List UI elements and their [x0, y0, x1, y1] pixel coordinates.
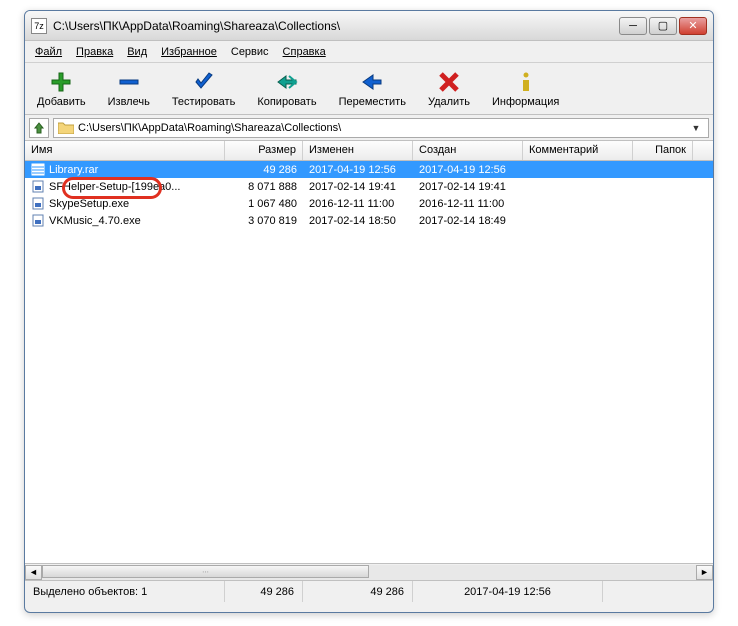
copy-icon	[275, 70, 299, 94]
horizontal-scrollbar[interactable]: ◄ ∙∙∙ ►	[25, 563, 713, 580]
scroll-thumb[interactable]: ∙∙∙	[42, 565, 369, 578]
titlebar[interactable]: 7z C:\Users\ПК\AppData\Roaming\Shareaza\…	[25, 11, 713, 41]
address-dropdown-button[interactable]: ▼	[688, 123, 704, 133]
check-icon	[192, 70, 216, 94]
file-size: 49 286	[225, 164, 303, 176]
file-modified: 2016-12-11 11:00	[303, 198, 413, 210]
menu-tools[interactable]: Сервис	[225, 44, 275, 60]
file-created: 2017-02-14 19:41	[413, 181, 523, 193]
window-title: C:\Users\ПК\AppData\Roaming\Shareaza\Col…	[53, 19, 619, 33]
file-name-cell: SFHelper-Setup-[199ea0...	[25, 180, 225, 193]
header-size[interactable]: Размер	[225, 141, 303, 160]
copy-button[interactable]: Копировать	[253, 68, 320, 110]
column-headers: Имя Размер Изменен Создан Комментарий Па…	[25, 141, 713, 161]
header-created[interactable]: Создан	[413, 141, 523, 160]
app-window: 7z C:\Users\ПК\AppData\Roaming\Shareaza\…	[24, 10, 714, 613]
menu-help[interactable]: Справка	[277, 44, 332, 60]
file-modified: 2017-02-14 18:50	[303, 215, 413, 227]
header-folders[interactable]: Папок	[633, 141, 693, 160]
status-bar: Выделено объектов: 1 49 286 49 286 2017-…	[25, 580, 713, 602]
scroll-left-button[interactable]: ◄	[25, 565, 42, 580]
file-list[interactable]: Library.rar49 2862017-04-19 12:562017-04…	[25, 161, 713, 563]
status-selected: Выделено объектов: 1	[25, 581, 225, 602]
up-arrow-icon	[32, 121, 46, 135]
menu-file[interactable]: Файл	[29, 44, 68, 60]
file-name: SFHelper-Setup-[199ea0...	[49, 181, 180, 193]
app-icon: 7z	[31, 18, 47, 34]
delete-icon	[437, 70, 461, 94]
archive-icon	[31, 163, 45, 176]
file-created: 2017-04-19 12:56	[413, 164, 523, 176]
minimize-button[interactable]: ─	[619, 17, 647, 35]
file-name: VKMusic_4.70.exe	[49, 215, 141, 227]
address-field[interactable]: C:\Users\ПК\AppData\Roaming\Shareaza\Col…	[53, 118, 709, 138]
status-size: 49 286	[225, 581, 303, 602]
file-name: Library.rar	[49, 164, 98, 176]
address-text: C:\Users\ПК\AppData\Roaming\Shareaza\Col…	[78, 122, 341, 134]
exe-icon	[31, 180, 45, 193]
file-modified: 2017-04-19 12:56	[303, 164, 413, 176]
file-name-cell: SkypeSetup.exe	[25, 197, 225, 210]
file-name-cell: VKMusic_4.70.exe	[25, 214, 225, 227]
file-name: SkypeSetup.exe	[49, 198, 129, 210]
close-button[interactable]: ✕	[679, 17, 707, 35]
header-modified[interactable]: Изменен	[303, 141, 413, 160]
file-size: 8 071 888	[225, 181, 303, 193]
folder-icon	[58, 121, 74, 134]
up-directory-button[interactable]	[29, 118, 49, 138]
file-size: 1 067 480	[225, 198, 303, 210]
plus-icon	[49, 70, 73, 94]
address-bar: C:\Users\ПК\AppData\Roaming\Shareaza\Col…	[25, 115, 713, 141]
file-row[interactable]: VKMusic_4.70.exe 3 070 8192017-02-14 18:5…	[25, 212, 713, 229]
file-size: 3 070 819	[225, 215, 303, 227]
info-button[interactable]: Информация	[488, 68, 563, 110]
file-row[interactable]: SkypeSetup.exe1 067 4802016-12-11 11:002…	[25, 195, 713, 212]
scroll-right-button[interactable]: ►	[696, 565, 713, 580]
file-row[interactable]: Library.rar49 2862017-04-19 12:562017-04…	[25, 161, 713, 178]
file-created: 2016-12-11 11:00	[413, 198, 523, 210]
file-name-cell: Library.rar	[25, 163, 225, 176]
file-created: 2017-02-14 18:49	[413, 215, 523, 227]
info-icon	[514, 70, 538, 94]
header-name[interactable]: Имя	[25, 141, 225, 160]
file-modified: 2017-02-14 19:41	[303, 181, 413, 193]
delete-button[interactable]: Удалить	[424, 68, 474, 110]
status-size2: 49 286	[303, 581, 413, 602]
file-row[interactable]: SFHelper-Setup-[199ea0...8 071 8882017-0…	[25, 178, 713, 195]
menu-favorites[interactable]: Избранное	[155, 44, 223, 60]
minus-icon	[117, 70, 141, 94]
move-button[interactable]: Переместить	[335, 68, 410, 110]
extract-button[interactable]: Извлечь	[104, 68, 154, 110]
menu-view[interactable]: Вид	[121, 44, 153, 60]
status-date: 2017-04-19 12:56	[413, 581, 603, 602]
move-icon	[360, 70, 384, 94]
toolbar: Добавить Извлечь Тестировать Копировать …	[25, 63, 713, 115]
exe-icon	[31, 197, 45, 210]
scroll-track[interactable]: ∙∙∙	[42, 565, 696, 580]
header-comment[interactable]: Комментарий	[523, 141, 633, 160]
add-button[interactable]: Добавить	[33, 68, 90, 110]
exe-icon	[31, 214, 45, 227]
test-button[interactable]: Тестировать	[168, 68, 240, 110]
menu-edit[interactable]: Правка	[70, 44, 119, 60]
menubar: Файл Правка Вид Избранное Сервис Справка	[25, 41, 713, 63]
maximize-button[interactable]: ▢	[649, 17, 677, 35]
